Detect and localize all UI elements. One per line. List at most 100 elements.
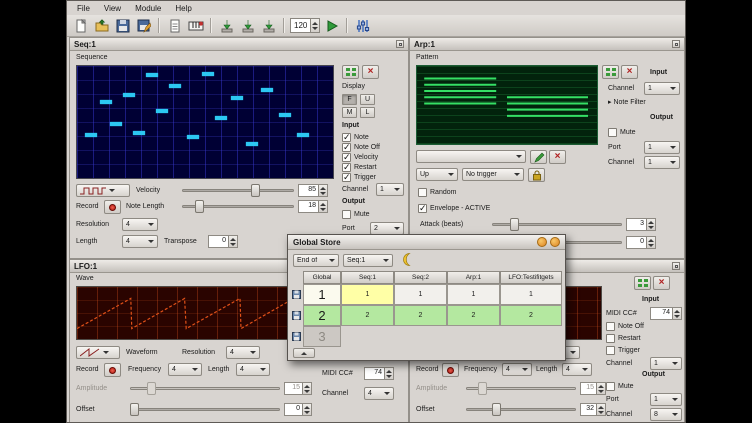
zoom-lower-button[interactable]: L xyxy=(360,107,375,118)
save-file-as-icon[interactable] xyxy=(134,16,153,35)
close-module-button[interactable]: × xyxy=(621,65,638,79)
zoom-mid-button[interactable]: M xyxy=(342,107,357,118)
open-file-icon[interactable] xyxy=(92,16,111,35)
inout-toggle-button[interactable] xyxy=(602,65,619,79)
store-cell[interactable]: 2 xyxy=(341,305,394,326)
controllers-icon[interactable] xyxy=(353,16,372,35)
menu-file[interactable]: File xyxy=(70,3,97,14)
store-row-save-icon[interactable] xyxy=(292,290,301,299)
input-cc-spinbox[interactable]: 74 xyxy=(650,307,682,320)
menu-help[interactable]: Help xyxy=(168,3,198,14)
close-module-button[interactable]: × xyxy=(362,65,379,79)
tempo-spinbox[interactable]: 120 xyxy=(290,18,320,33)
store-row-save-icon[interactable] xyxy=(292,311,301,320)
velocity-spinbox[interactable]: 85 xyxy=(298,184,328,197)
frequency-select[interactable]: 4 xyxy=(502,363,532,376)
store-cell[interactable]: 1 xyxy=(394,284,447,305)
column-header-global[interactable]: Global xyxy=(303,271,341,284)
amplitude-spinbox[interactable]: 15 xyxy=(284,382,312,395)
midi-clock-icon[interactable] xyxy=(186,16,205,35)
new-file-icon[interactable] xyxy=(71,16,90,35)
output-port-select[interactable]: 1 xyxy=(650,393,682,406)
amplitude-slider[interactable] xyxy=(130,382,280,395)
arp-panel-header[interactable]: Arp:1 xyxy=(410,38,684,51)
add-lfo-icon[interactable] xyxy=(238,16,257,35)
note-checkbox[interactable] xyxy=(342,133,351,142)
offset-slider[interactable] xyxy=(466,403,576,416)
offset-spinbox[interactable]: 32 xyxy=(580,403,606,416)
output-port-select[interactable]: 1 xyxy=(644,141,680,154)
note-off-checkbox[interactable] xyxy=(342,143,351,152)
scroll-up-button[interactable] xyxy=(293,348,315,358)
seq-waveform-select[interactable] xyxy=(76,184,130,197)
resolution-select[interactable]: 4 xyxy=(226,346,260,359)
store-cell[interactable]: 2 xyxy=(447,305,500,326)
resolution-select[interactable]: 4 xyxy=(122,218,158,231)
zoom-full-button[interactable]: F xyxy=(342,94,357,105)
velocity-slider[interactable] xyxy=(182,184,294,197)
pattern-preset-select[interactable] xyxy=(416,150,526,163)
float-icon[interactable] xyxy=(672,40,680,48)
offset-spinbox[interactable]: 0 xyxy=(284,403,312,416)
tempo-spin-arrows[interactable] xyxy=(310,19,319,32)
column-header-lfo[interactable]: LFO:Testifitgets xyxy=(500,271,562,284)
restart-checkbox[interactable] xyxy=(342,163,351,172)
mute-checkbox[interactable] xyxy=(608,128,617,137)
store-slot-button[interactable]: 3 xyxy=(303,326,341,347)
note-off-checkbox[interactable] xyxy=(606,322,615,331)
store-row-save-icon[interactable] xyxy=(292,332,301,341)
clear-song-icon[interactable] xyxy=(165,16,184,35)
trigger-checkbox[interactable] xyxy=(342,173,351,182)
column-header-seq1[interactable]: Seq:1 xyxy=(341,271,394,284)
lfo-waveform-select[interactable] xyxy=(76,346,120,359)
zoom-upper-button[interactable]: U xyxy=(360,94,375,105)
record-button[interactable] xyxy=(104,200,121,214)
attack-spinbox[interactable]: 3 xyxy=(626,218,656,231)
envelope-checkbox[interactable] xyxy=(418,204,427,213)
pattern-display[interactable] xyxy=(416,65,598,145)
amplitude-spinbox[interactable]: 15 xyxy=(580,382,606,395)
release-spinbox[interactable]: 0 xyxy=(626,236,656,249)
note-length-slider[interactable] xyxy=(182,200,294,213)
mute-checkbox[interactable] xyxy=(342,210,351,219)
float-icon[interactable] xyxy=(672,262,680,270)
seq-panel-header[interactable]: Seq:1 xyxy=(70,38,408,51)
frequency-select[interactable]: 4 xyxy=(168,363,202,376)
input-channel-select[interactable]: 1 xyxy=(644,82,680,95)
float-icon[interactable] xyxy=(396,40,404,48)
delete-pattern-button[interactable]: × xyxy=(549,150,566,164)
record-button[interactable] xyxy=(442,363,459,377)
store-cell[interactable]: 1 xyxy=(341,284,394,305)
input-channel-select[interactable]: 1 xyxy=(376,183,404,196)
store-cell[interactable]: 1 xyxy=(447,284,500,305)
inout-toggle-button[interactable] xyxy=(342,65,359,79)
trigger-mode-select[interactable]: No trigger xyxy=(462,168,524,181)
note-filter-expander[interactable]: ▸ Note Filter xyxy=(608,98,646,106)
attack-slider[interactable] xyxy=(492,218,622,231)
restore-timing-select[interactable]: End of xyxy=(293,254,339,267)
velocity-checkbox[interactable] xyxy=(342,153,351,162)
add-arp-icon[interactable] xyxy=(217,16,236,35)
store-cell[interactable]: 2 xyxy=(394,305,447,326)
input-channel-select[interactable]: 1 xyxy=(650,357,682,370)
shade-button[interactable] xyxy=(537,237,547,247)
sequence-display[interactable] xyxy=(76,65,334,179)
length-select[interactable]: 4 xyxy=(122,235,158,248)
output-channel-select[interactable]: 8 xyxy=(650,408,682,421)
output-channel-select[interactable]: 1 xyxy=(644,156,680,169)
add-seq-icon[interactable] xyxy=(259,16,278,35)
column-header-seq2[interactable]: Seq:2 xyxy=(394,271,447,284)
trigger-checkbox[interactable] xyxy=(606,346,615,355)
run-button[interactable] xyxy=(322,16,341,35)
close-module-button[interactable]: × xyxy=(653,276,670,290)
inout-toggle-button[interactable] xyxy=(634,276,651,290)
store-slot-button[interactable]: 1 xyxy=(303,284,341,305)
save-file-icon[interactable] xyxy=(113,16,132,35)
dialog-titlebar[interactable]: Global Store xyxy=(288,235,565,250)
length-select[interactable]: 4 xyxy=(562,363,592,376)
random-checkbox[interactable] xyxy=(418,188,427,197)
mute-checkbox[interactable] xyxy=(606,382,615,391)
direction-select[interactable]: Up xyxy=(416,168,458,181)
column-header-arp1[interactable]: Arp:1 xyxy=(447,271,500,284)
latch-button[interactable] xyxy=(528,168,545,182)
